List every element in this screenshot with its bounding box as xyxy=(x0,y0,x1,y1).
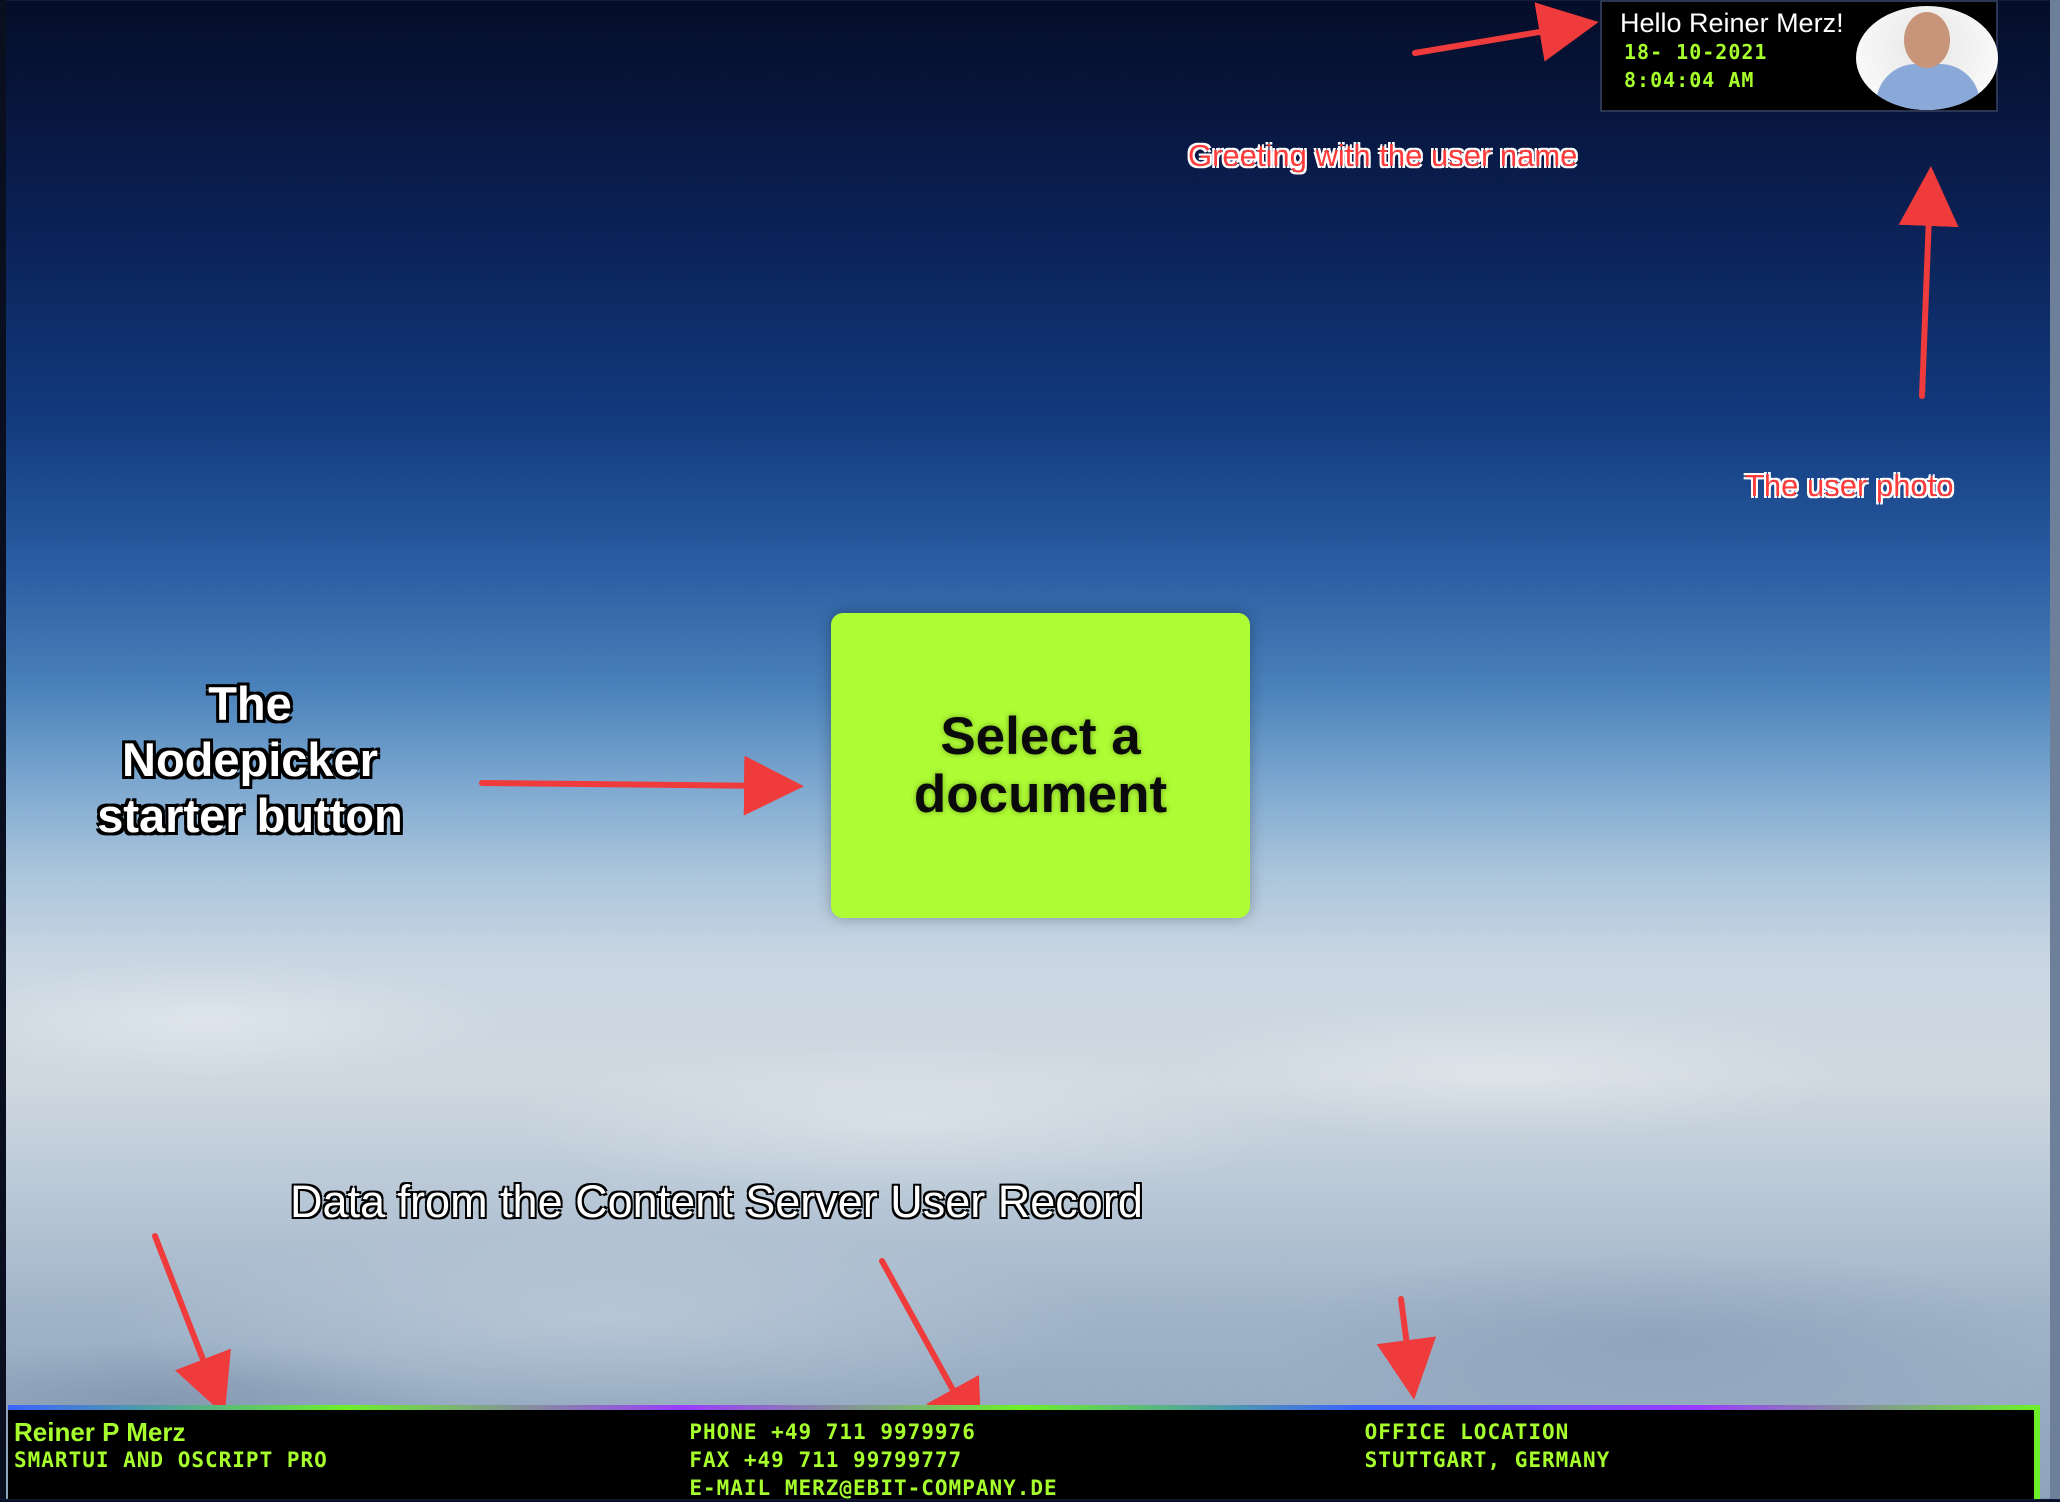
current-date: 18- 10-2021 xyxy=(1624,40,1768,64)
user-photo xyxy=(1856,6,1998,110)
data-source-annotation: Data from the Content Server User Record xyxy=(290,1176,1143,1227)
greeting-text: Hello Reiner Merz! xyxy=(1620,8,1844,38)
photo-annotation: The user photo xyxy=(1745,468,1954,503)
photo-arrow xyxy=(1898,166,1959,399)
nodepicker-annotation-line: The xyxy=(208,677,292,730)
select-document-label-line: Select a xyxy=(940,706,1141,766)
cloud-background xyxy=(6,820,2050,1499)
user-title: SMARTUI AND OSCRIPT PRO xyxy=(14,1448,328,1472)
nodepicker-annotation: The Nodepicker starter button xyxy=(60,676,440,844)
nodepicker-annotation-line: starter button xyxy=(97,789,403,842)
photo-shirt xyxy=(1876,64,1980,110)
user-full-name: Reiner P Merz xyxy=(14,1417,186,1447)
select-document-label: Select a document xyxy=(881,706,1201,824)
nodepicker-arrow xyxy=(479,755,804,816)
select-document-button[interactable]: Select a document xyxy=(831,613,1250,918)
photo-head xyxy=(1904,12,1950,68)
user-email: E-MAIL MERZ@EBIT-COMPANY.DE xyxy=(689,1476,1058,1500)
contact-panel: PHONE +49 711 9979976 FAX +49 711 997997… xyxy=(683,1405,1359,1500)
greeting-annotation: Greeting with the user name xyxy=(1188,138,1578,173)
select-document-label-line: document xyxy=(913,764,1168,824)
user-record-footer: Reiner P Merz SMARTUI AND OSCRIPT PRO PH… xyxy=(8,1405,2040,1500)
user-widget: Hello Reiner Merz! 18- 10-2021 8:04:04 A… xyxy=(1600,0,1998,112)
office-location-label: OFFICE LOCATION xyxy=(1364,1420,1570,1444)
right-border xyxy=(2050,0,2060,1499)
user-fax: FAX +49 711 99799777 xyxy=(689,1448,963,1472)
current-time: 8:04:04 AM xyxy=(1624,68,1755,92)
name-panel: Reiner P Merz SMARTUI AND OSCRIPT PRO xyxy=(8,1405,684,1499)
office-location-value: STUTTGART, GERMANY xyxy=(1364,1448,1611,1472)
location-panel: OFFICE LOCATION STUTTGART, GERMANY xyxy=(1358,1405,2040,1499)
nodepicker-annotation-line: Nodepicker xyxy=(122,733,378,786)
user-phone: PHONE +49 711 9979976 xyxy=(689,1420,976,1444)
greeting-arrow xyxy=(1412,2,1599,62)
